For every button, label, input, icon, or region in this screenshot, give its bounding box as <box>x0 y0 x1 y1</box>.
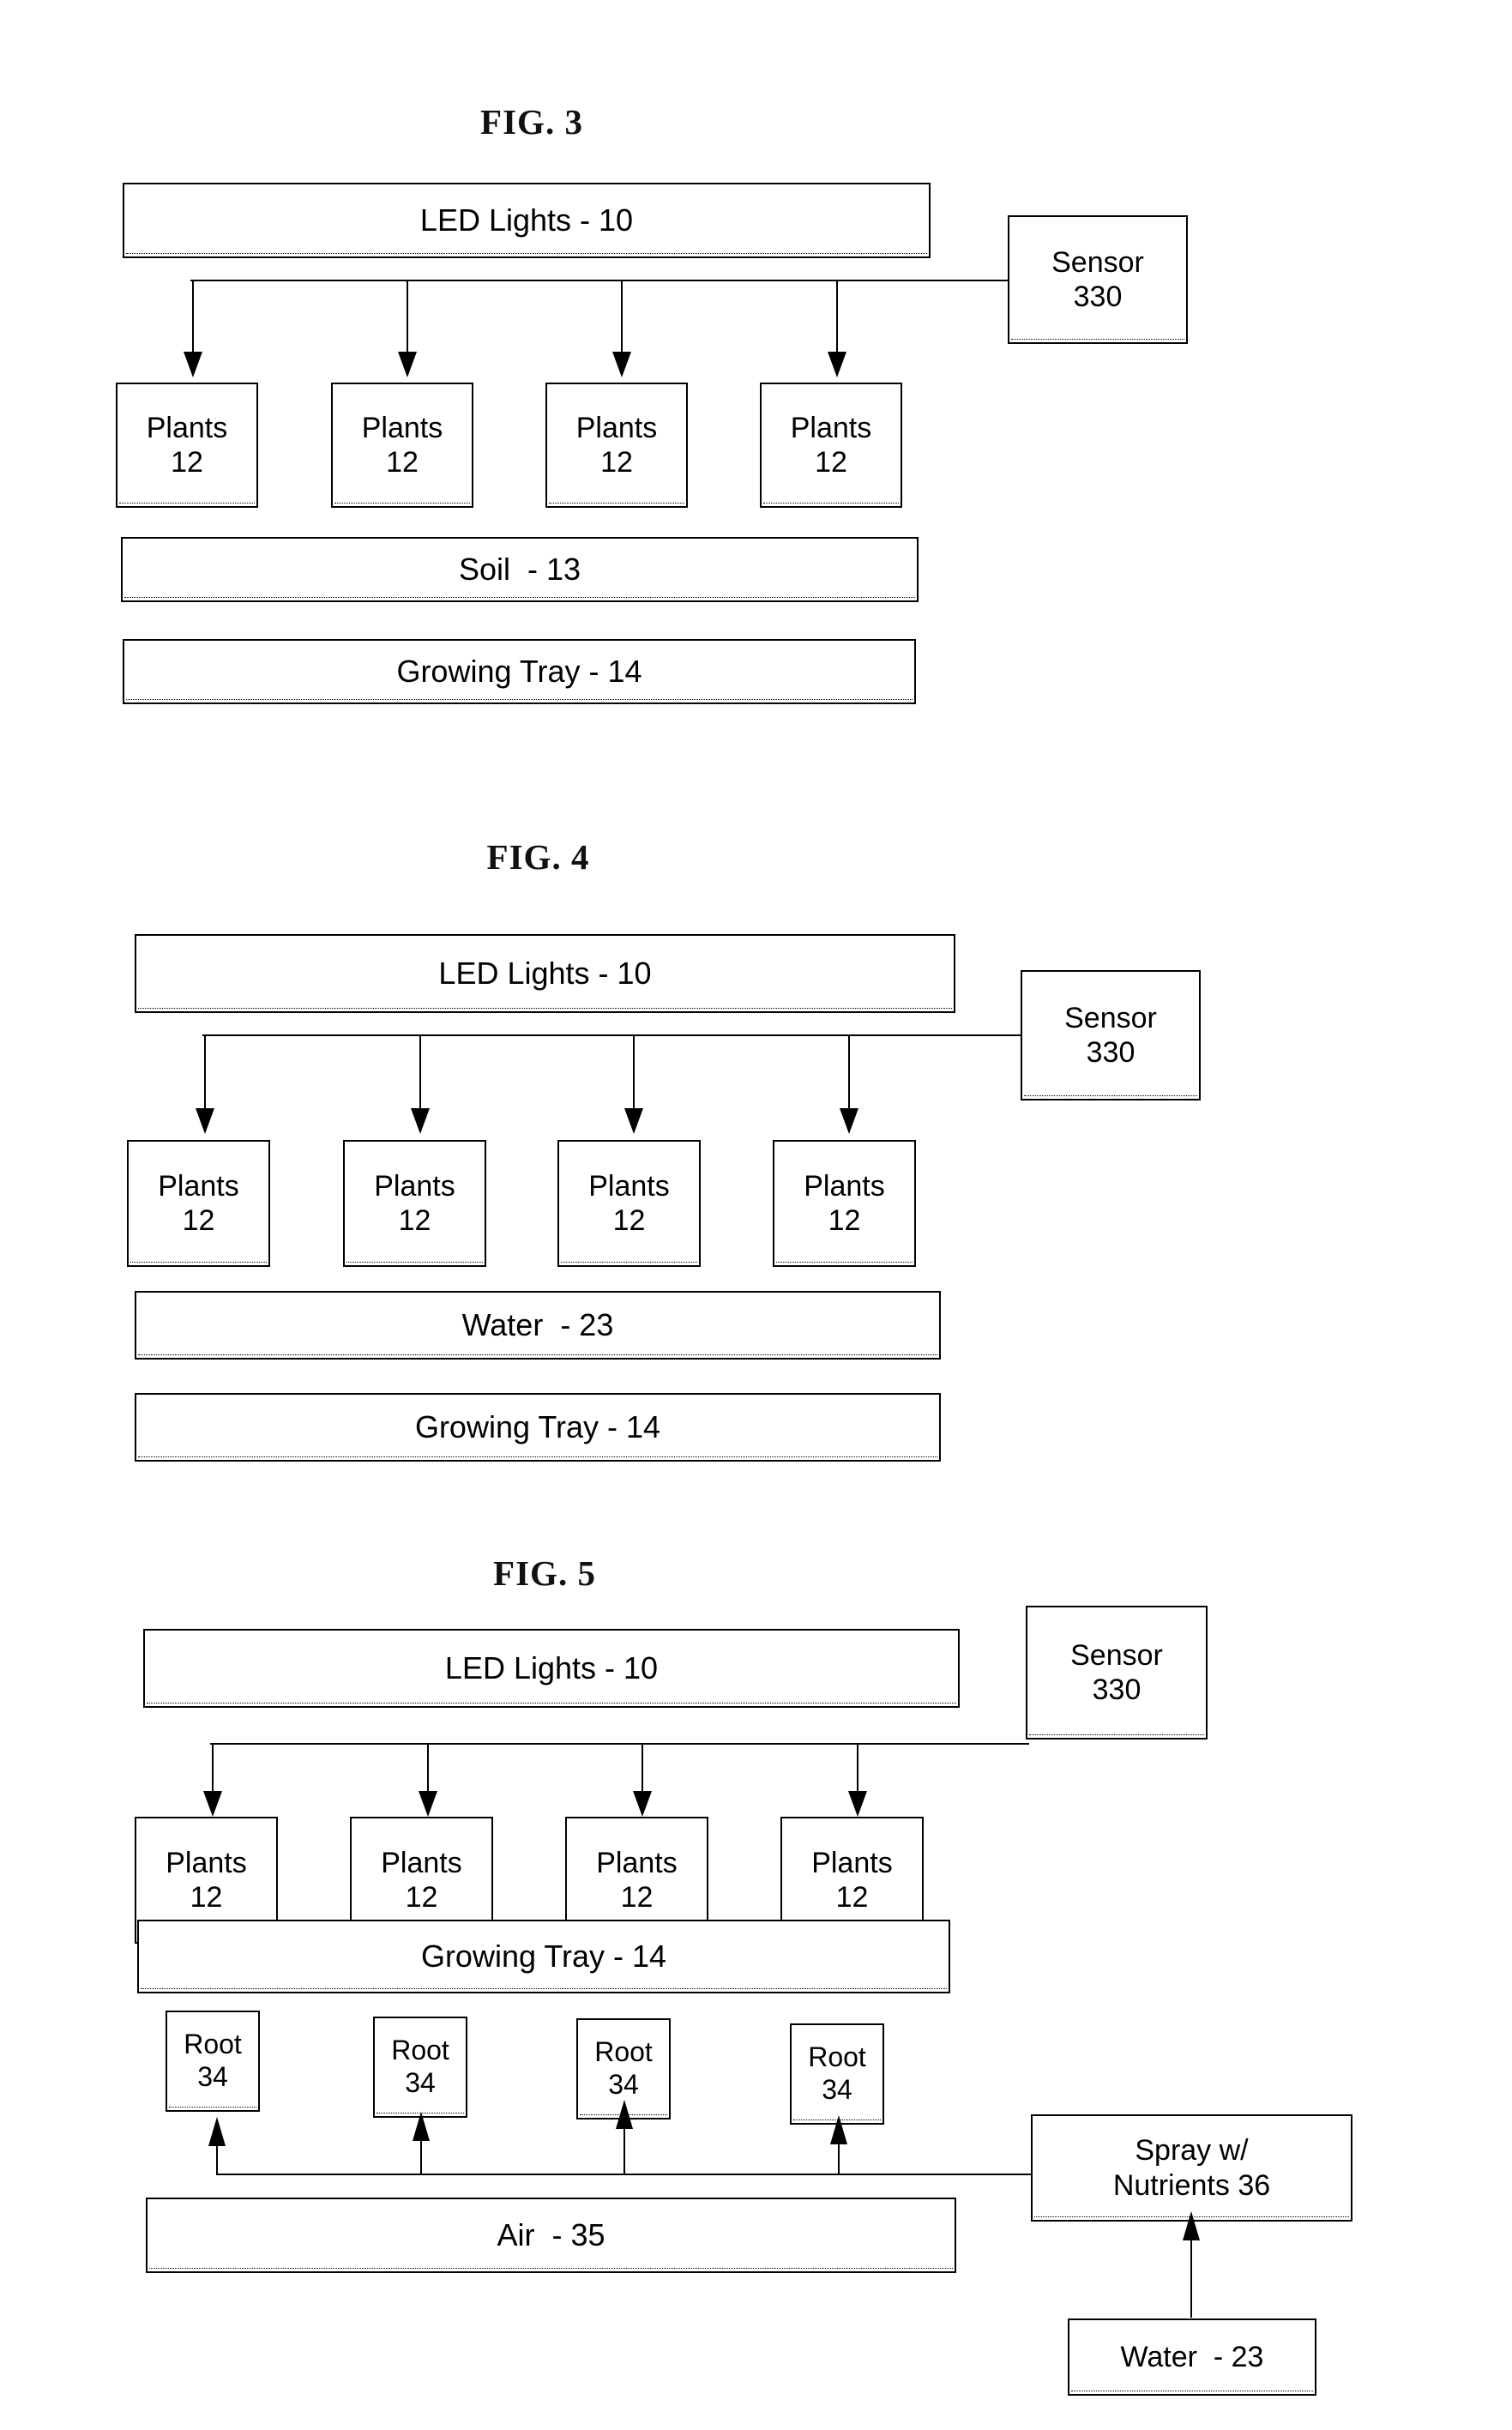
fig4-arrow-head-2 <box>411 1108 430 1134</box>
fig5-water-arrow-stem <box>1190 2237 1192 2318</box>
fig4-arrow-head-1 <box>196 1108 214 1134</box>
fig5-water-arrow-head <box>1183 2211 1200 2240</box>
fig5-growing-tray-box: Growing Tray - 14 <box>137 1920 950 1993</box>
fig3-arrow-stem-1 <box>192 280 194 353</box>
fig5-up-arrow-stem-3 <box>623 2127 625 2175</box>
fig5-arrow-stem-3 <box>642 1743 643 1793</box>
fig3-plants-box-4: Plants 12 <box>760 383 902 508</box>
fig5-arrow-stem-4 <box>857 1743 858 1793</box>
fig4-arrow-stem-3 <box>633 1034 635 1110</box>
fig5-root-box-2: Root 34 <box>373 2017 467 2118</box>
fig5-sensor-box: Sensor 330 <box>1026 1606 1208 1740</box>
patent-drawing-sheet: FIG. 3 LED Lights - 10 Sensor 330 Plants… <box>0 0 1512 2430</box>
fig4-plants-box-2: Plants 12 <box>343 1140 486 1267</box>
fig4-arrow-stem-1 <box>204 1034 206 1110</box>
fig3-arrow-head-4 <box>828 352 846 377</box>
fig3-soil-box: Soil - 13 <box>121 537 919 602</box>
fig5-air-box: Air - 35 <box>146 2198 956 2273</box>
fig4-plants-box-1: Plants 12 <box>127 1140 270 1267</box>
fig3-plants-box-3: Plants 12 <box>545 383 688 508</box>
fig5-sensor-bus-line <box>210 1743 1029 1745</box>
fig4-sensor-bus-line <box>202 1034 1021 1036</box>
fig5-up-arrow-head-2 <box>413 2112 430 2141</box>
fig5-spray-nutrients-box: Spray w/ Nutrients 36 <box>1031 2114 1352 2222</box>
fig5-led-lights-box: LED Lights - 10 <box>143 1629 960 1708</box>
fig5-up-arrow-stem-4 <box>838 2141 840 2175</box>
fig5-up-arrow-head-1 <box>208 2117 226 2146</box>
fig5-root-box-1: Root 34 <box>166 2011 260 2112</box>
fig5-up-arrow-stem-2 <box>420 2138 422 2175</box>
fig3-sensor-box: Sensor 330 <box>1008 215 1188 344</box>
fig5-up-arrow-head-4 <box>830 2115 847 2144</box>
figure-title-fig3: FIG. 3 <box>480 102 583 142</box>
fig4-arrow-head-4 <box>840 1108 858 1134</box>
fig5-water-box: Water - 23 <box>1068 2318 1316 2396</box>
fig3-arrow-head-2 <box>398 352 417 377</box>
figure-title-fig4: FIG. 4 <box>486 837 590 877</box>
fig4-water-box: Water - 23 <box>135 1291 941 1360</box>
fig5-arrow-head-1 <box>203 1791 222 1817</box>
fig3-arrow-stem-4 <box>836 280 838 353</box>
fig3-sensor-bus-line <box>190 280 1009 281</box>
fig5-up-arrow-stem-1 <box>216 2143 218 2175</box>
fig4-sensor-box: Sensor 330 <box>1021 970 1201 1100</box>
fig3-arrow-head-3 <box>612 352 631 377</box>
figure-title-fig5: FIG. 5 <box>493 1553 596 1593</box>
fig3-growing-tray-box: Growing Tray - 14 <box>123 639 916 704</box>
fig5-up-arrow-head-3 <box>616 2100 633 2129</box>
fig3-arrow-stem-3 <box>621 280 623 353</box>
fig3-arrow-stem-2 <box>407 280 408 353</box>
fig3-plants-box-2: Plants 12 <box>331 383 473 508</box>
fig4-growing-tray-box: Growing Tray - 14 <box>135 1393 941 1462</box>
fig4-arrow-stem-2 <box>419 1034 421 1110</box>
fig5-arrow-head-2 <box>419 1791 437 1817</box>
fig5-arrow-stem-1 <box>212 1743 214 1793</box>
fig5-arrow-head-4 <box>848 1791 867 1817</box>
fig4-arrow-stem-4 <box>848 1034 850 1110</box>
fig4-led-lights-box: LED Lights - 10 <box>135 934 955 1013</box>
fig4-plants-box-4: Plants 12 <box>773 1140 916 1267</box>
fig4-arrow-head-3 <box>624 1108 643 1134</box>
fig3-plants-box-1: Plants 12 <box>116 383 258 508</box>
fig5-arrow-stem-2 <box>427 1743 429 1793</box>
fig3-led-lights-box: LED Lights - 10 <box>123 183 931 258</box>
fig5-root-box-4: Root 34 <box>790 2023 884 2125</box>
fig4-plants-box-3: Plants 12 <box>557 1140 701 1267</box>
fig5-arrow-head-3 <box>633 1791 652 1817</box>
fig3-arrow-head-1 <box>184 352 202 377</box>
